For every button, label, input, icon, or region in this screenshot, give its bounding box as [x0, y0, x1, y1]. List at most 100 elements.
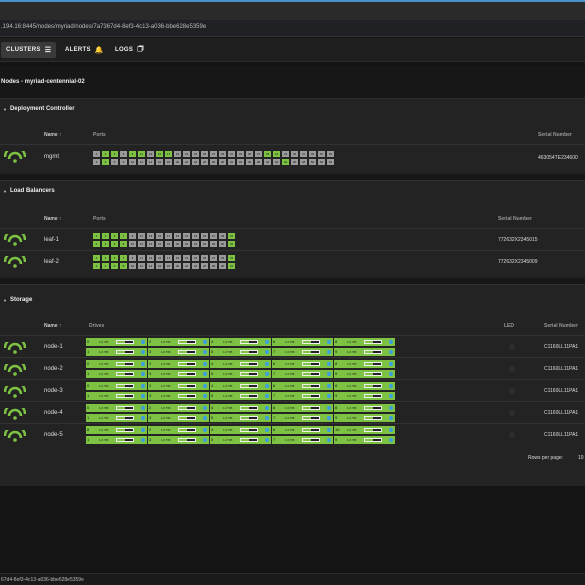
node-name[interactable]: node-4: [44, 410, 63, 416]
drive-slot[interactable]: 5 1.6 TiB: [210, 436, 271, 444]
port-indicator[interactable]: 19: [174, 255, 181, 261]
port-indicator[interactable]: 1: [93, 255, 100, 261]
port-indicator[interactable]: 34: [237, 159, 244, 165]
led-toggle[interactable]: [509, 388, 515, 394]
drive-slot[interactable]: 7 1.6 TiB: [272, 370, 333, 378]
port-indicator[interactable]: 45: [291, 151, 298, 157]
table-row[interactable]: leaf-2 1 2 3 4 5 6 7 8 9 10 11 12 13 14 15 16 17 18 19 20 21 2…: [0, 250, 585, 272]
drive-slot[interactable]: 8 1.6 TiB: [334, 338, 395, 346]
port-indicator[interactable]: 13: [147, 151, 154, 157]
drive-slot[interactable]: 7 1.6 TiB: [272, 414, 333, 422]
port-indicator[interactable]: 53: [327, 151, 334, 157]
table-row[interactable]: node-3 0 1.6 TiB 2 1.6 TiB 4 1.6 TiB 6 1.6 TiB 8 1…: [0, 379, 585, 401]
port-indicator[interactable]: 16: [156, 159, 163, 165]
port-indicator[interactable]: 3: [93, 159, 100, 165]
drive-slot[interactable]: 4 1.6 TiB: [210, 360, 271, 368]
port-indicator[interactable]: 5: [111, 159, 118, 165]
drive-slot[interactable]: 8 1.6 TiB: [86, 426, 147, 434]
port-indicator[interactable]: 44: [282, 159, 289, 165]
port-indicator[interactable]: 27: [210, 151, 217, 157]
drive-slot[interactable]: 2 1.6 TiB: [148, 338, 209, 346]
port-indicator[interactable]: 14: [147, 159, 154, 165]
port-indicator[interactable]: 22: [183, 263, 190, 269]
port-indicator[interactable]: 42: [273, 159, 280, 165]
led-toggle[interactable]: [509, 432, 515, 438]
port-indicator[interactable]: 18: [165, 159, 172, 165]
port-indicator[interactable]: 12: [138, 159, 145, 165]
port-indicator[interactable]: 16: [156, 241, 163, 247]
drive-slot[interactable]: 4 1.6 TiB: [210, 426, 271, 434]
port-indicator[interactable]: 21: [183, 255, 190, 261]
table-row[interactable]: node-5 8 1.6 TiB 2 1.6 TiB 4 1.6 TiB 6 1.6 TiB 10…: [0, 423, 585, 445]
port-indicator[interactable]: 30: [219, 263, 226, 269]
drive-slot[interactable]: 7 1.6 TiB: [272, 348, 333, 356]
port-indicator[interactable]: 18: [165, 241, 172, 247]
port-indicator[interactable]: 1: [93, 151, 100, 157]
port-indicator[interactable]: 14: [147, 263, 154, 269]
drive-slot[interactable]: 3 1.6 TiB: [148, 392, 209, 400]
port-indicator[interactable]: 26: [201, 263, 208, 269]
port-indicator[interactable]: 22: [183, 159, 190, 165]
node-name[interactable]: node-5: [44, 432, 63, 438]
table-row[interactable]: node-2 0 1.6 TiB 2 1.6 TiB 4 1.6 TiB 6 1.6 TiB 8 1…: [0, 357, 585, 379]
port-indicator[interactable]: 32: [228, 159, 235, 165]
drive-slot[interactable]: 1 1.6 TiB: [86, 436, 147, 444]
port-indicator[interactable]: 32: [228, 263, 235, 269]
loadbalancers-section-header[interactable]: ▼ Load Balancers: [3, 188, 55, 194]
port-indicator[interactable]: 9: [129, 151, 136, 157]
drive-slot[interactable]: 5 1.6 TiB: [210, 392, 271, 400]
port-indicator[interactable]: 25: [201, 233, 208, 239]
port-indicator[interactable]: 21: [183, 233, 190, 239]
port-indicator[interactable]: 37: [255, 151, 262, 157]
nav-clusters-button[interactable]: CLUSTERS ☰: [1, 42, 57, 58]
drive-slot[interactable]: 2 1.6 TiB: [148, 404, 209, 412]
drive-slot[interactable]: 9 1.6 TiB: [334, 370, 395, 378]
nav-alerts-button[interactable]: ALERTS 🔔: [60, 42, 109, 58]
port-indicator[interactable]: 52: [318, 159, 325, 165]
port-indicator[interactable]: 4: [102, 241, 109, 247]
led-toggle[interactable]: [509, 410, 515, 416]
drive-slot[interactable]: 8 1.6 TiB: [334, 360, 395, 368]
table-row[interactable]: node-4 0 1.6 TiB 2 1.6 TiB 4 1.6 TiB 6 1.6 TiB 8 1…: [0, 401, 585, 423]
col-header-name[interactable]: Name ↑: [44, 323, 62, 329]
node-name[interactable]: leaf-2: [44, 259, 59, 265]
port-indicator[interactable]: 36: [246, 159, 253, 165]
port-indicator[interactable]: 24: [192, 263, 199, 269]
table-row[interactable]: node-1 0 1.6 TiB 2 1.6 TiB 4 1.6 TiB 6 1.6 TiB 8 1…: [0, 335, 585, 357]
port-indicator[interactable]: 27: [210, 233, 217, 239]
drive-slot[interactable]: 3 1.6 TiB: [148, 436, 209, 444]
drive-slot[interactable]: 6 1.6 TiB: [272, 338, 333, 346]
port-indicator[interactable]: 25: [201, 255, 208, 261]
port-indicator[interactable]: 21: [183, 151, 190, 157]
port-indicator[interactable]: 31: [228, 151, 235, 157]
port-indicator[interactable]: 11: [138, 233, 145, 239]
port-indicator[interactable]: 3: [111, 151, 118, 157]
port-indicator[interactable]: 24: [192, 159, 199, 165]
port-indicator[interactable]: 41: [273, 151, 280, 157]
port-indicator[interactable]: 23: [192, 233, 199, 239]
port-indicator[interactable]: 23: [192, 151, 199, 157]
port-indicator[interactable]: 10: [129, 159, 136, 165]
col-header-name[interactable]: Name ↑: [44, 216, 62, 222]
led-toggle[interactable]: [509, 366, 515, 372]
port-indicator[interactable]: 20: [174, 241, 181, 247]
node-name[interactable]: node-3: [44, 388, 63, 394]
port-indicator[interactable]: 11: [138, 151, 145, 157]
drive-slot[interactable]: 0 1.6 TiB: [86, 360, 147, 368]
port-indicator[interactable]: 8: [120, 263, 127, 269]
drive-slot[interactable]: 4 1.6 TiB: [210, 382, 271, 390]
drive-slot[interactable]: 2 1.6 TiB: [148, 360, 209, 368]
drive-slot[interactable]: 8 1.6 TiB: [334, 382, 395, 390]
port-indicator[interactable]: 6: [111, 263, 118, 269]
drive-slot[interactable]: 7 1.6 TiB: [272, 392, 333, 400]
port-indicator[interactable]: 20: [174, 159, 181, 165]
port-indicator[interactable]: 15: [156, 233, 163, 239]
port-indicator[interactable]: 14: [147, 241, 154, 247]
port-indicator[interactable]: 30: [219, 159, 226, 165]
drive-slot[interactable]: 6 1.6 TiB: [272, 426, 333, 434]
drive-slot[interactable]: 9 1.6 TiB: [334, 392, 395, 400]
port-indicator[interactable]: 10: [129, 241, 136, 247]
drive-slot[interactable]: 10 1.6 TiB: [334, 426, 395, 434]
drive-slot[interactable]: 3 1.6 TiB: [148, 414, 209, 422]
port-indicator[interactable]: 50: [309, 159, 316, 165]
